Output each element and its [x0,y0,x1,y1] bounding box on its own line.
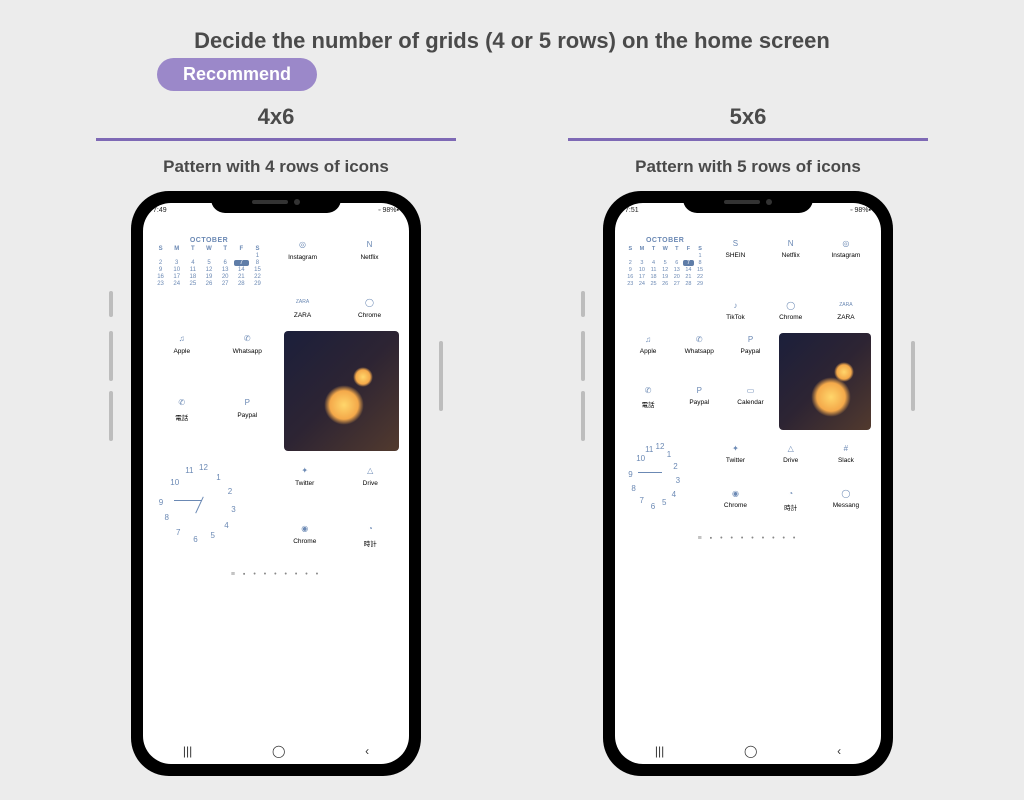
netflix-icon: N [785,237,797,249]
nav-recents[interactable]: ||| [655,744,664,758]
grid-label-5x6: 5x6 [538,104,958,130]
pattern-desc-5: Pattern with 5 rows of icons [538,157,958,177]
paypal-icon: P [240,395,254,409]
slack-icon: # [840,442,852,454]
status-time: 7:49 [153,207,167,219]
clock-icon: ◔ [785,487,797,499]
page-indicator[interactable]: ≡ ▪ • • • • • • • [153,571,399,578]
app-paypal[interactable]: PPaypal [219,395,277,451]
photo-widget[interactable] [284,331,399,451]
page-indicator[interactable]: ≡ ▪ • • • • • • • • [625,535,871,542]
photo-widget[interactable] [779,333,871,430]
nav-home[interactable]: ◯ [744,744,757,758]
app-whatsapp[interactable]: ✆Whatsapp [219,331,277,387]
underline [568,138,928,141]
status-battery: ◦ 98%▪ [378,207,399,219]
app-zara[interactable]: ZARAZARA [821,299,871,321]
paypal-icon: P [744,333,756,345]
nav-recents[interactable]: ||| [183,744,192,758]
app-paypal[interactable]: PPaypal [727,333,773,379]
app-phone[interactable]: ✆電話 [153,395,211,451]
calendar-month: OCTOBER [625,237,705,244]
whatsapp-icon: ✆ [693,333,705,345]
app-paypal-2[interactable]: PPaypal [676,384,722,430]
app-clock[interactable]: ◔時計 [766,487,816,527]
app-netflix[interactable]: NNetflix [766,237,816,259]
app-chrome[interactable]: ◯Chrome [766,299,816,321]
phone-mockup-5x6: 7:51 ◦ 98%▪ OCTOBER SMTWTFS1234567891011… [603,191,893,776]
phone-icon: ✆ [642,384,654,396]
app-apple-music[interactable]: ♫Apple [625,333,671,379]
app-netflix[interactable]: NNetflix [340,237,399,261]
app-chrome-2[interactable]: ◉Chrome [710,487,760,527]
recommend-badge: Recommend [157,58,317,91]
pattern-desc-4: Pattern with 4 rows of icons [66,157,486,177]
music-icon: ♫ [175,331,189,345]
calendar-widget[interactable]: OCTOBER SMTWTFS1234567891011121314151617… [153,237,265,287]
app-whatsapp[interactable]: ✆Whatsapp [676,333,722,379]
app-phone[interactable]: ✆電話 [625,384,671,430]
calendar-icon: ▭ [744,384,756,396]
netflix-icon: N [363,237,377,251]
option-4x6[interactable]: 4x6 Pattern with 4 rows of icons 7:49 ◦ … [66,104,486,776]
drive-icon: △ [785,442,797,454]
app-instagram[interactable]: ◎Instagram [273,237,332,261]
zara-icon: ZARA [840,299,852,311]
compass-icon: ◉ [298,521,312,535]
underline [96,138,456,141]
nav-bar: ||| ◯ ‹ [143,744,409,758]
app-twitter[interactable]: ✦Twitter [710,442,760,482]
twitter-icon: ✦ [298,463,312,477]
drive-icon: △ [363,463,377,477]
zara-icon: ZARA [296,295,310,309]
compass-icon: ◉ [729,487,741,499]
app-clock[interactable]: ◔時計 [342,521,400,563]
app-chrome[interactable]: ◯Chrome [340,295,399,319]
nav-home[interactable]: ◯ [272,744,285,758]
music-icon: ♫ [642,333,654,345]
tiktok-icon: ♪ [729,299,741,311]
clock-widget[interactable]: 12111 234 567 8910 [153,463,268,563]
app-messenger[interactable]: ◯Messang [821,487,871,527]
nav-bar: ||| ◯ ‹ [615,744,881,758]
app-twitter[interactable]: ✦Twitter [276,463,334,513]
app-instagram[interactable]: ◎Instagram [821,237,871,259]
phone-mockup-4x6: 7:49 ◦ 98%▪ OCTOBER SMTWTFS1234567891011… [131,191,421,776]
status-time: 7:51 [625,207,639,219]
phone-icon: ✆ [175,395,189,409]
chrome-icon: ◯ [785,299,797,311]
instagram-icon: ◎ [296,237,310,251]
calendar-month: OCTOBER [153,237,265,244]
paypal-icon: P [693,384,705,396]
page-title: Decide the number of grids (4 or 5 rows)… [0,0,1024,54]
instagram-icon: ◎ [840,237,852,249]
app-shein[interactable]: SSHEIN [710,237,760,259]
clock-icon: ◔ [363,521,377,535]
whatsapp-icon: ✆ [240,331,254,345]
app-zara[interactable]: ZARAZARA [273,295,332,319]
calendar-widget[interactable]: OCTOBER SMTWTFS1234567891011121314151617… [625,237,705,287]
status-battery: ◦ 98%▪ [850,207,871,219]
app-chrome-2[interactable]: ◉Chrome [276,521,334,563]
app-slack[interactable]: #Slack [821,442,871,482]
app-tiktok[interactable]: ♪TikTok [710,299,760,321]
grid-label-4x6: 4x6 [66,104,486,130]
app-drive[interactable]: △Drive [766,442,816,482]
app-calendar[interactable]: ▭Calendar [727,384,773,430]
chrome-icon: ◯ [363,295,377,309]
app-drive[interactable]: △Drive [342,463,400,513]
shein-icon: S [729,237,741,249]
app-apple-music[interactable]: ♫Apple [153,331,211,387]
option-5x6[interactable]: 5x6 Pattern with 5 rows of icons 7:51 ◦ … [538,104,958,776]
nav-back[interactable]: ‹ [365,744,369,758]
messenger-icon: ◯ [840,487,852,499]
twitter-icon: ✦ [729,442,741,454]
clock-widget[interactable]: 12111 234 567 8910 [625,442,705,527]
nav-back[interactable]: ‹ [837,744,841,758]
